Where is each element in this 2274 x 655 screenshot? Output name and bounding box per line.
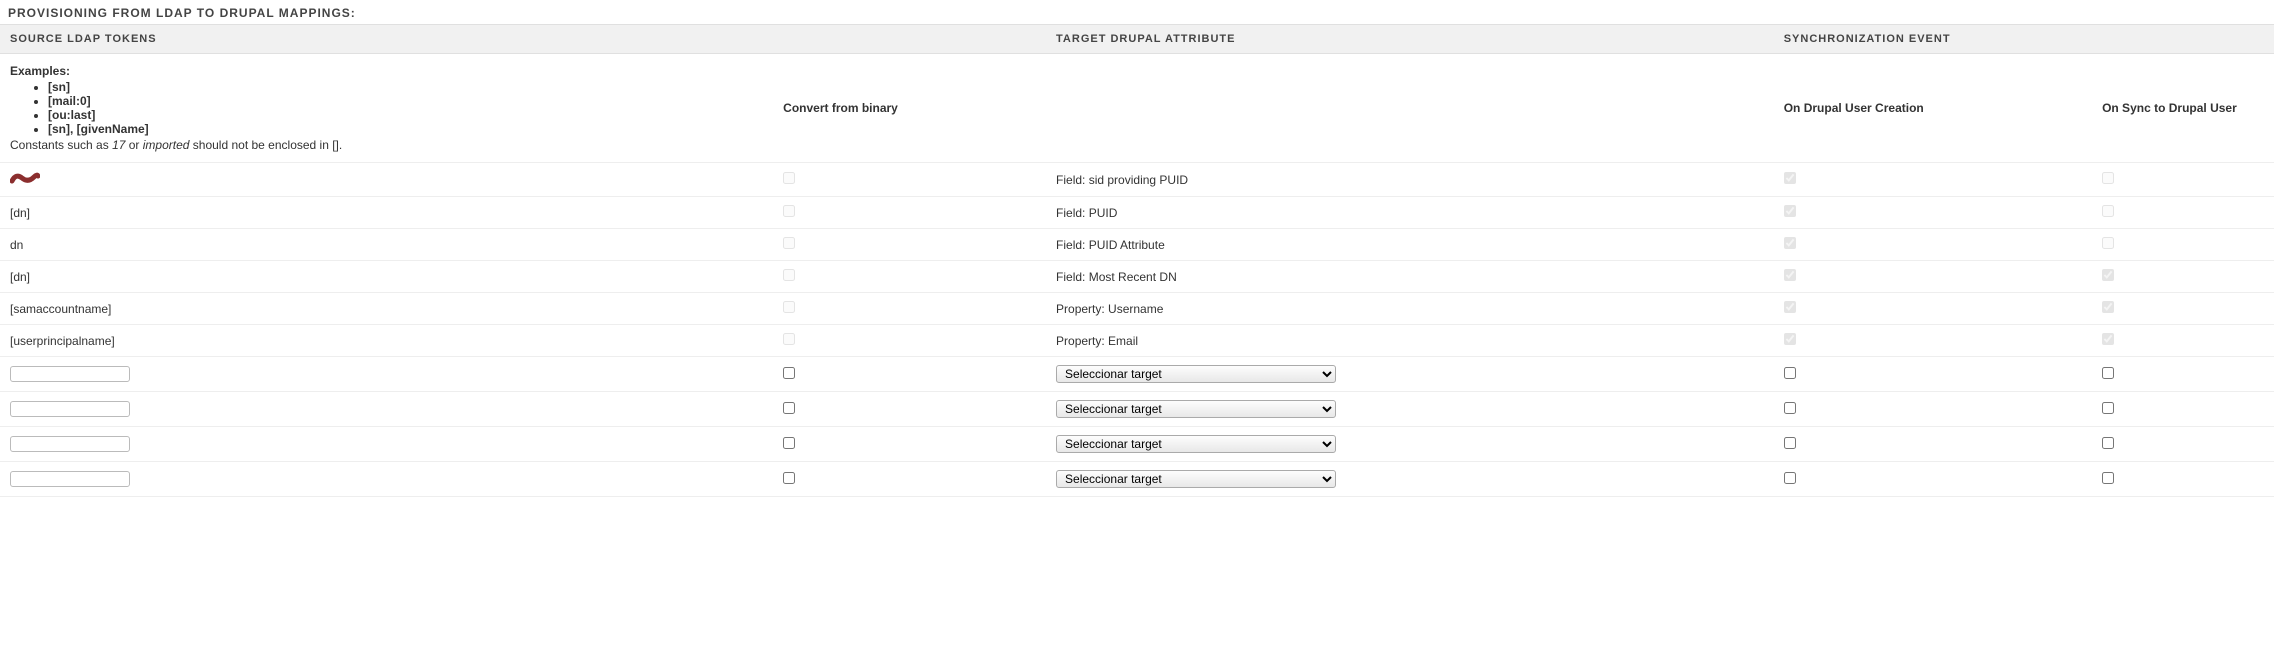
target-attribute-select[interactable]: Seleccionar target <box>1056 470 1336 488</box>
subheader-row: Examples: [sn] [mail:0] [ou:last] [sn], … <box>0 54 2274 163</box>
on-creation-checkbox[interactable] <box>1784 367 1796 379</box>
convert-binary-checkbox <box>783 333 795 345</box>
on-creation-checkbox[interactable] <box>1784 437 1796 449</box>
target-attribute-text: Property: Email <box>1046 325 1774 357</box>
mappings-table: SOURCE LDAP TOKENS TARGET DRUPAL ATTRIBU… <box>0 24 2274 497</box>
convert-binary-checkbox <box>783 301 795 313</box>
table-row: Field: sid providing PUID <box>0 163 2274 197</box>
target-attribute-text: Field: Most Recent DN <box>1046 261 1774 293</box>
target-attribute-text: Field: PUID Attribute <box>1046 229 1774 261</box>
subheader-convert-binary: Convert from binary <box>773 54 1046 163</box>
table-row: dn Field: PUID Attribute <box>0 229 2274 261</box>
examples-list: [sn] [mail:0] [ou:last] [sn], [givenName… <box>48 80 763 136</box>
table-row: Seleccionar target <box>0 427 2274 462</box>
on-creation-checkbox <box>1784 301 1796 313</box>
examples-cell: Examples: [sn] [mail:0] [ou:last] [sn], … <box>0 54 773 163</box>
on-creation-checkbox[interactable] <box>1784 402 1796 414</box>
on-creation-checkbox <box>1784 269 1796 281</box>
on-sync-checkbox <box>2102 333 2114 345</box>
on-sync-checkbox[interactable] <box>2102 367 2114 379</box>
target-attribute-select[interactable]: Seleccionar target <box>1056 435 1336 453</box>
convert-binary-checkbox <box>783 237 795 249</box>
example-item: [mail:0] <box>48 94 763 108</box>
target-attribute-text: Property: Username <box>1046 293 1774 325</box>
header-binary-spacer <box>773 25 1046 54</box>
source-token-text: [userprincipalname] <box>0 325 773 357</box>
worm-icon <box>10 171 40 185</box>
source-token-text: [dn] <box>0 197 773 229</box>
source-token-text: [dn] <box>0 261 773 293</box>
table-row: Seleccionar target <box>0 357 2274 392</box>
target-attribute-select[interactable]: Seleccionar target <box>1056 400 1336 418</box>
on-creation-checkbox <box>1784 237 1796 249</box>
example-item: [ou:last] <box>48 108 763 122</box>
header-sync-event: SYNCHRONIZATION EVENT <box>1774 25 2274 54</box>
on-sync-checkbox[interactable] <box>2102 472 2114 484</box>
subheader-target-spacer <box>1046 54 1774 163</box>
table-row: [dn] Field: Most Recent DN <box>0 261 2274 293</box>
source-token-input[interactable] <box>10 471 130 487</box>
source-token-text: dn <box>0 229 773 261</box>
on-creation-checkbox <box>1784 172 1796 184</box>
example-item: [sn] <box>48 80 763 94</box>
on-sync-checkbox[interactable] <box>2102 437 2114 449</box>
subheader-on-creation: On Drupal User Creation <box>1774 54 2092 163</box>
on-sync-checkbox[interactable] <box>2102 402 2114 414</box>
on-creation-checkbox <box>1784 205 1796 217</box>
convert-binary-checkbox[interactable] <box>783 402 795 414</box>
header-target: TARGET DRUPAL ATTRIBUTE <box>1046 25 1774 54</box>
table-row: [userprincipalname] Property: Email <box>0 325 2274 357</box>
source-token-input[interactable] <box>10 436 130 452</box>
section-title: PROVISIONING FROM LDAP TO DRUPAL MAPPING… <box>0 0 2274 24</box>
table-row: Seleccionar target <box>0 462 2274 497</box>
subheader-on-sync: On Sync to Drupal User <box>2092 54 2274 163</box>
examples-title: Examples: <box>10 64 763 78</box>
table-row: [dn] Field: PUID <box>0 197 2274 229</box>
convert-binary-checkbox[interactable] <box>783 437 795 449</box>
target-attribute-select[interactable]: Seleccionar target <box>1056 365 1336 383</box>
table-row: [samaccountname] Property: Username <box>0 293 2274 325</box>
on-creation-checkbox <box>1784 333 1796 345</box>
table-row: Seleccionar target <box>0 392 2274 427</box>
on-sync-checkbox <box>2102 205 2114 217</box>
on-sync-checkbox <box>2102 172 2114 184</box>
source-token-input[interactable] <box>10 401 130 417</box>
convert-binary-checkbox[interactable] <box>783 472 795 484</box>
header-source: SOURCE LDAP TOKENS <box>0 25 773 54</box>
header-row: SOURCE LDAP TOKENS TARGET DRUPAL ATTRIBU… <box>0 25 2274 54</box>
target-attribute-text: Field: PUID <box>1046 197 1774 229</box>
convert-binary-checkbox <box>783 172 795 184</box>
on-creation-checkbox[interactable] <box>1784 472 1796 484</box>
on-sync-checkbox <box>2102 237 2114 249</box>
convert-binary-checkbox <box>783 205 795 217</box>
on-sync-checkbox <box>2102 301 2114 313</box>
example-item: [sn], [givenName] <box>48 122 763 136</box>
target-attribute-text: Field: sid providing PUID <box>1046 163 1774 197</box>
convert-binary-checkbox <box>783 269 795 281</box>
source-token-text: [samaccountname] <box>0 293 773 325</box>
on-sync-checkbox <box>2102 269 2114 281</box>
source-token-input[interactable] <box>10 366 130 382</box>
convert-binary-checkbox[interactable] <box>783 367 795 379</box>
examples-footnote: Constants such as 17 or imported should … <box>10 138 763 152</box>
